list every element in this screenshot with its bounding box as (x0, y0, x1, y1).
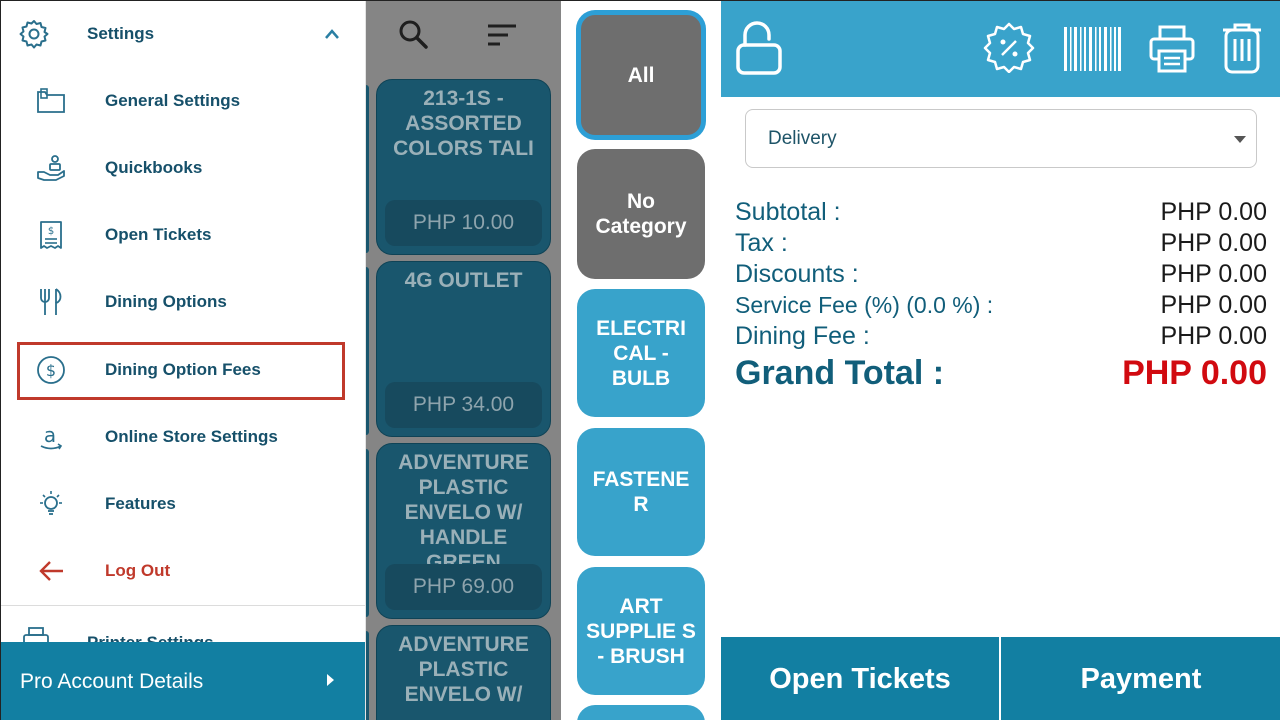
menu-label: General Settings (105, 91, 241, 110)
receipt-icon: $ (35, 220, 67, 250)
menu-label: Dining Options (105, 292, 227, 311)
general-settings-icon (35, 86, 67, 116)
trash-icon[interactable] (1221, 21, 1263, 80)
tax-amount: PHP 0.00 (1160, 229, 1267, 257)
menu-features[interactable]: Features (17, 476, 347, 532)
product-price: PHP 69.00 (385, 564, 542, 610)
open-tickets-button[interactable]: Open Tickets (721, 637, 999, 720)
product-name: ADVENTURE PLASTIC ENVELO W/ HANDLE GREEN (398, 451, 529, 574)
settings-drawer: Settings General Settings Quickbooks $ O… (1, 1, 366, 720)
category-label: All (627, 63, 655, 87)
menu-quickbooks[interactable]: Quickbooks (17, 140, 347, 196)
chevron-up-icon[interactable] (324, 27, 340, 45)
menu-online-store-settings[interactable]: a Online Store Settings (17, 409, 347, 465)
product-name: ADVENTURE PLASTIC ENVELO W/ (398, 633, 529, 706)
grand-total-amount: PHP 0.00 (1122, 354, 1267, 392)
menu-dining-options[interactable]: Dining Options (17, 274, 347, 330)
discounts-row: Discounts : PHP 0.00 (735, 259, 1267, 289)
category-label: No Category (595, 190, 687, 238)
menu-label: Log Out (105, 561, 171, 580)
svg-text:$: $ (46, 361, 56, 380)
printer-icon[interactable] (1149, 25, 1195, 78)
product-card-edge (366, 85, 369, 253)
chevron-right-icon (327, 674, 334, 686)
discounts-amount: PHP 0.00 (1160, 260, 1267, 288)
category-no-category[interactable]: No Category (577, 149, 705, 279)
open-tickets-label: Open Tickets (769, 662, 951, 695)
payment-button[interactable]: Payment (1001, 637, 1280, 720)
product-card[interactable]: 4G OUTLET PHP 34.00 (376, 261, 551, 437)
settings-section-header[interactable]: Settings (1, 1, 365, 67)
category-electrical-bulb[interactable]: ELECTRI CAL - BULB (577, 289, 705, 417)
pro-account-label: Pro Account Details (20, 670, 204, 693)
menu-dining-option-fees[interactable]: $ Dining Option Fees (17, 342, 345, 400)
settings-title: Settings (87, 24, 155, 43)
tax-row: Tax : PHP 0.00 (735, 228, 1267, 258)
product-price: PHP 34.00 (385, 382, 542, 428)
dining-fee-amount: PHP 0.00 (1160, 322, 1267, 350)
search-icon[interactable] (398, 19, 428, 54)
order-type-value: Delivery (768, 128, 837, 149)
product-card[interactable]: 213-1S - ASSORTED COLORS TALI PHP 10.00 (376, 79, 551, 255)
product-card[interactable]: ADVENTURE PLASTIC ENVELO W/ HANDLE GREEN… (376, 443, 551, 619)
drawer-divider (1, 605, 365, 606)
category-label: FASTENE R (592, 468, 690, 516)
products-grid: 213-1S - ASSORTED COLORS TALI PHP 10.00 … (366, 1, 561, 720)
product-name: 213-1S - ASSORTED COLORS TALI (393, 87, 534, 160)
payment-label: Payment (1080, 662, 1202, 695)
tax-label: Tax : (735, 229, 788, 257)
grand-total-label: Grand Total : (735, 354, 945, 392)
dollar-circle-icon: $ (35, 355, 67, 385)
category-art-supplies-brush[interactable]: ART SUPPLIE S - BRUSH (577, 567, 705, 695)
menu-label: Online Store Settings (105, 427, 278, 446)
products-toolbar (366, 1, 561, 69)
product-card-edge (366, 449, 369, 617)
discounts-label: Discounts : (735, 260, 859, 288)
chevron-down-icon (1234, 136, 1246, 143)
quickbooks-icon (35, 153, 67, 183)
lightbulb-icon (35, 489, 67, 519)
menu-label: Quickbooks (105, 158, 203, 177)
svg-text:$: $ (48, 226, 54, 237)
grand-total-row: Grand Total : PHP 0.00 (735, 353, 1267, 393)
pro-account-details-button[interactable]: Pro Account Details (1, 642, 365, 720)
service-fee-amount: PHP 0.00 (1160, 291, 1267, 319)
product-name: 4G OUTLET (404, 269, 523, 292)
menu-label: Dining Option Fees (105, 360, 261, 379)
gear-icon (19, 19, 49, 54)
subtotal-row: Subtotal : PHP 0.00 (735, 197, 1267, 227)
dining-fee-label: Dining Fee : (735, 322, 870, 350)
fork-knife-icon (35, 287, 67, 317)
sort-icon[interactable] (486, 23, 518, 52)
menu-open-tickets[interactable]: $ Open Tickets (17, 207, 347, 263)
service-fee-row: Service Fee (%) (0.0 %) : PHP 0.00 (735, 290, 1267, 320)
service-fee-label: Service Fee (%) (0.0 %) : (735, 292, 994, 318)
discount-badge-icon[interactable] (983, 21, 1035, 78)
menu-general-settings[interactable]: General Settings (17, 73, 347, 129)
product-card-edge (366, 631, 369, 720)
dining-fee-row: Dining Fee : PHP 0.00 (735, 321, 1267, 351)
subtotal-label: Subtotal : (735, 198, 841, 226)
menu-label: Open Tickets (105, 225, 212, 244)
category-label: ELECTRI CAL - BULB (596, 316, 686, 390)
unlock-icon[interactable] (735, 19, 783, 80)
barcode-icon[interactable] (1063, 27, 1121, 76)
category-list: All No Category ELECTRI CAL - BULB FASTE… (561, 1, 721, 720)
product-card-edge (366, 267, 369, 435)
category-label: ART SUPPLIE S - BRUSH (586, 594, 696, 668)
category-all[interactable]: All (577, 11, 705, 139)
menu-log-out[interactable]: Log Out (17, 543, 347, 599)
subtotal-amount: PHP 0.00 (1160, 198, 1267, 226)
category-fastener[interactable]: FASTENE R (577, 428, 705, 556)
svg-text:a: a (44, 423, 56, 447)
order-toolbar (721, 1, 1280, 97)
arrow-left-icon (35, 556, 67, 586)
online-store-icon: a (35, 422, 67, 452)
order-type-select[interactable]: Delivery (745, 109, 1257, 168)
order-panel: Delivery Subtotal : PHP 0.00 Tax : PHP 0… (721, 1, 1280, 720)
menu-label: Features (105, 494, 176, 513)
product-card[interactable]: ADVENTURE PLASTIC ENVELO W/ (376, 625, 551, 720)
product-price: PHP 10.00 (385, 200, 542, 246)
category-next[interactable] (577, 705, 705, 720)
